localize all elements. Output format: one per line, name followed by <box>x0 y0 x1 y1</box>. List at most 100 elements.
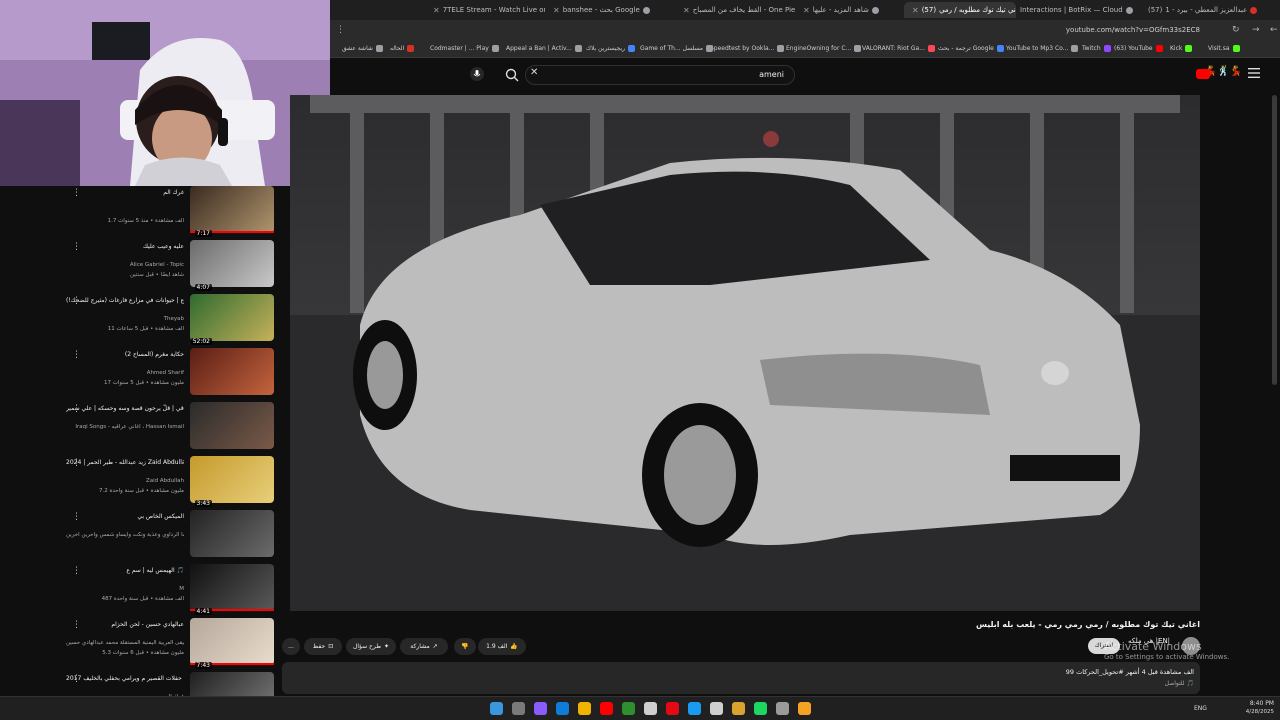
recommended-video[interactable]: ⋮ عليه وعيب عليك Alice Gabriel - Topic ش… <box>60 240 280 294</box>
video-thumbnail[interactable] <box>190 240 274 287</box>
video-thumbnail[interactable] <box>190 618 274 665</box>
language-indicator[interactable]: ENG <box>1194 705 1207 712</box>
recommended-video[interactable]: ⋮ الهيمس ليه | سم ع 🎵 M 487 الف مشاهدة •… <box>60 564 280 618</box>
bookmark-item[interactable]: شاشة عشق <box>342 45 383 52</box>
recommended-video-channel[interactable]: رشا الرداوي وعذبة ونكت وايساو شمس وآخرين… <box>66 532 184 538</box>
clock-date[interactable]: 4/28/2025 <box>1238 709 1274 715</box>
recommended-video-channel[interactable]: Ahmed Sharif <box>66 370 184 376</box>
recommended-video-title[interactable]: سجل بقر 3# | بيت أكبر مقطعة مزارع | حيوا… <box>66 296 184 305</box>
extensions-icon[interactable]: ⋮ <box>336 25 345 35</box>
recommended-video-channel[interactable]: الموسيقى العربية اليمنية المستقلة محمد ع… <box>66 640 184 646</box>
browser-tab[interactable]: ✕ القط يخاف من المصباح - One Piece <box>680 2 795 18</box>
browser-tab-active[interactable]: ✕ (57) اغاني تيك توك مطلوبه / رمي <box>904 2 1016 18</box>
taskbar-app-icon[interactable] <box>512 702 525 715</box>
bookmark-item[interactable]: EngineOwning for C... <box>786 45 862 52</box>
taskbar-app-icon[interactable] <box>556 702 569 715</box>
video-thumbnail[interactable] <box>190 510 274 557</box>
video-thumbnail[interactable] <box>190 186 274 233</box>
taskbar-app-icon[interactable] <box>666 702 679 715</box>
taskbar-app-icon[interactable] <box>732 702 745 715</box>
recommended-video-title[interactable]: حكاية مغرم (المساح 2) <box>66 350 184 359</box>
recommended-video[interactable]: ⋮ غرك الم 1.7 الف مشاهدة • منذ 5 سنوات 7… <box>60 186 280 240</box>
recommended-video-title[interactable]: عبالهادي حسين - لحن الحزام <box>66 620 184 629</box>
clear-search-icon[interactable]: ✕ <box>530 67 538 78</box>
taskbar-app-icon[interactable] <box>688 702 701 715</box>
browser-tab[interactable]: ✕ banshee - بحث Google <box>550 2 675 18</box>
taskbar-app-icon[interactable] <box>600 702 613 715</box>
bookmark-item[interactable]: Visit.sa <box>1208 45 1240 52</box>
recommended-video-channel[interactable]: Theyab <box>66 316 184 322</box>
forward-icon[interactable]: → <box>1252 25 1260 35</box>
url-text[interactable]: youtube.com/watch?v=OGfm33s2EC8 <box>1066 26 1200 34</box>
search-input[interactable]: ameni <box>525 65 795 85</box>
browser-tab[interactable]: Interactions | BotRix — Cloud <box>1020 2 1138 18</box>
recommended-video[interactable]: ⋮ اغاني عراقيه | حفلات القصير م ويرامي ب… <box>60 672 280 696</box>
description-box[interactable]: 99 الف مشاهدة قبل 4 أشهر #تحويل_الحركات … <box>282 662 1200 694</box>
like-button[interactable]: 1.9 الف 👍 <box>478 638 526 655</box>
ask-button[interactable]: طرح سؤال ✦ <box>346 638 396 655</box>
video-thumbnail[interactable] <box>190 402 274 449</box>
taskbar-app-icon[interactable] <box>534 702 547 715</box>
video-thumbnail[interactable] <box>190 564 274 611</box>
bookmark-item[interactable]: Kick <box>1170 45 1193 52</box>
recommended-video-title[interactable]: غرك الم <box>66 188 184 197</box>
video-player[interactable] <box>290 95 1200 611</box>
recommended-video-channel[interactable]: M <box>66 586 184 592</box>
recommended-video-title[interactable]: الهيمس ليه | سم ع 🎵 <box>66 566 184 575</box>
bookmark-item[interactable]: YouTube to Mp3 Co... <box>1006 45 1079 52</box>
taskbar-app-icon[interactable] <box>644 702 657 715</box>
microphone-icon[interactable] <box>470 67 484 81</box>
address-bar[interactable]: ← → ↻ youtube.com/watch?v=OGfm33s2EC8 ⋮ <box>330 20 1280 42</box>
video-thumbnail[interactable] <box>190 294 274 341</box>
bookmark-item[interactable]: Twitch <box>1082 45 1111 52</box>
close-tab-icon[interactable]: ✕ <box>433 6 440 15</box>
bookmark-item[interactable]: الحاله <box>390 45 415 52</box>
bookmark-item[interactable]: ريجيسترين بلاك <box>586 45 636 52</box>
video-thumbnail[interactable] <box>190 348 274 395</box>
recommended-video-channel[interactable]: Alice Gabriel - Topic <box>66 262 184 268</box>
taskbar-app-icon[interactable] <box>622 702 635 715</box>
scrollbar[interactable] <box>1272 95 1277 385</box>
recommended-video[interactable]: ⋮ زيد عبدالله - طير الحمر | 2024 Zaid Ab… <box>60 456 280 510</box>
recommended-video-title[interactable]: عليه وعيب عليك <box>66 242 184 251</box>
browser-tab[interactable]: ✕ 7TELE Stream - Watch Live on <box>430 2 545 18</box>
recommended-video-title[interactable]: الميكس الخاص بي <box>66 512 184 521</box>
recommended-video-channel[interactable]: Iraqi Songs - اغاني عراقيه ، Hassan Isma… <box>66 424 184 430</box>
recommended-video-title[interactable]: اغاني عراقيه | حفلات القصير م ويرامي بحف… <box>66 674 184 683</box>
close-tab-icon[interactable]: ✕ <box>912 6 919 15</box>
search-icon[interactable] <box>503 66 521 84</box>
back-icon[interactable]: ← <box>1270 25 1278 35</box>
recommended-video[interactable]: ⋮ ميكس: اغاني عراقي | قلّ يرحون قصة وسه … <box>60 402 280 456</box>
taskbar-app-icon[interactable] <box>798 702 811 715</box>
close-tab-icon[interactable]: ✕ <box>683 6 690 15</box>
reload-icon[interactable]: ↻ <box>1232 25 1240 35</box>
close-tab-icon[interactable]: ✕ <box>553 6 560 15</box>
bookmark-item[interactable]: Appeal a Ban | Activ... <box>506 45 582 52</box>
recommended-video[interactable]: ⋮ سجل بقر 3# | بيت أكبر مقطعة مزارع | حي… <box>60 294 280 348</box>
browser-tab[interactable]: (57) 1 - عبدالعزيز المعطي - بيرد <box>1148 2 1274 18</box>
bookmark-item[interactable]: Codmaster | ... Play <box>430 45 499 52</box>
bookmark-item[interactable]: Speedtest by Ookla... <box>710 45 785 52</box>
dislike-button[interactable]: 👎 <box>454 638 476 655</box>
browser-tab[interactable]: ✕ شاهد المزيد - عليها <box>800 2 900 18</box>
recommended-video-channel[interactable]: Zaid Abdullah <box>66 478 184 484</box>
taskbar-app-icon[interactable] <box>776 702 789 715</box>
youtube-logo-icon[interactable] <box>1196 69 1210 79</box>
clock-time[interactable]: 8:40 PM <box>1238 700 1274 707</box>
recommended-video[interactable]: ⋮ حكاية مغرم (المساح 2) Ahmed Sharif 17 … <box>60 348 280 402</box>
taskbar-app-icon[interactable] <box>754 702 767 715</box>
bookmark-item[interactable]: (63) YouTube <box>1114 45 1163 52</box>
start-menu-icon[interactable] <box>490 702 503 715</box>
share-button[interactable]: مشاركة ↗ <box>400 638 448 655</box>
recommended-video-title[interactable]: زيد عبدالله - طير الحمر | 2024 Zaid Abdu… <box>66 458 184 467</box>
video-thumbnail[interactable] <box>190 672 274 696</box>
taskbar-app-icon[interactable] <box>578 702 591 715</box>
more-actions-button[interactable]: ... <box>282 638 300 655</box>
recommended-video[interactable]: ⋮ عبالهادي حسين - لحن الحزام الموسيقى ال… <box>60 618 280 672</box>
video-thumbnail[interactable] <box>190 456 274 503</box>
bookmark-item[interactable]: ترجمة - بحث Google <box>938 45 1004 52</box>
hamburger-menu-icon[interactable] <box>1248 68 1260 78</box>
search-query[interactable]: ameni <box>759 70 784 79</box>
save-button[interactable]: حفظ ⊡ <box>304 638 342 655</box>
recommended-video[interactable]: ⋮ الميكس الخاص بي رشا الرداوي وعذبة ونكت… <box>60 510 280 564</box>
